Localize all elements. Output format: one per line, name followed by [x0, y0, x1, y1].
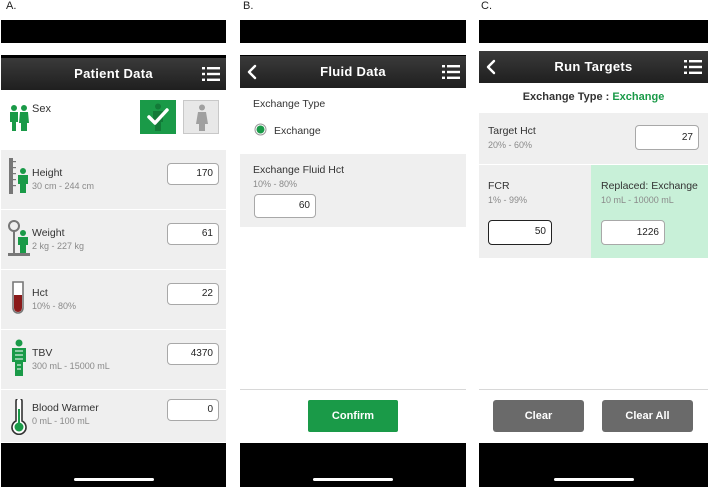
panel-label-b: B. [243, 0, 254, 12]
page-title: Fluid Data [320, 64, 386, 79]
thermometer-icon [11, 399, 27, 435]
tbv-label: TBV [32, 347, 53, 359]
sex-label: Sex [32, 103, 51, 115]
exchange-fluid-hct-input[interactable]: 60 [254, 194, 316, 218]
run-targets-form: Exchange Type : Exchange Target Hct 20% … [479, 83, 708, 389]
radio-selected-icon[interactable] [254, 123, 267, 136]
title-bar: Patient Data [1, 58, 226, 90]
replaced-exchange-label: Replaced: Exchange [601, 180, 698, 192]
target-hct-input[interactable]: 27 [635, 125, 699, 150]
height-row: Height 30 cm - 244 cm 170 [1, 150, 226, 210]
replaced-exchange-range: 10 mL - 10000 mL [601, 195, 674, 205]
height-range: 30 cm - 244 cm [32, 181, 95, 191]
confirm-button[interactable]: Confirm [308, 400, 398, 432]
menu-icon[interactable] [202, 66, 220, 82]
tbv-range: 300 mL - 15000 mL [32, 361, 110, 371]
weight-input[interactable]: 61 [167, 223, 219, 245]
patient-data-form: Sex Height 30 cm - 244 cm 170 Weight 2 k… [1, 90, 226, 443]
clear-button[interactable]: Clear [493, 400, 584, 432]
exchange-fluid-hct-range: 10% - 80% [253, 179, 298, 189]
target-hct-label: Target Hct [488, 125, 536, 137]
female-icon [196, 104, 208, 131]
hct-label: Hct [32, 287, 48, 299]
exchange-fluid-hct-label: Exchange Fluid Hct [253, 164, 345, 176]
person-pair-icon [10, 105, 29, 131]
home-indicator[interactable] [313, 478, 393, 481]
hct-input[interactable]: 22 [167, 283, 219, 305]
target-hct-row: Target Hct 20% - 60% 27 [479, 113, 708, 165]
tbv-input[interactable]: 4370 [167, 343, 219, 365]
exchange-type-row: Exchange Type Exchange [240, 88, 466, 154]
check-icon [147, 108, 169, 125]
fluid-data-form: Exchange Type Exchange Exchange Fluid Hc… [240, 88, 466, 389]
blood-warmer-input[interactable]: 0 [167, 399, 219, 421]
fcr-range: 1% - 99% [488, 195, 528, 205]
test-tube-icon [12, 281, 24, 314]
replaced-exchange-cell: Replaced: Exchange 10 mL - 10000 mL 1226 [591, 165, 708, 258]
panel-label-c: C. [481, 0, 492, 12]
title-bar: Run Targets [479, 51, 708, 83]
weight-row: Weight 2 kg - 227 kg 61 [1, 210, 226, 270]
height-input[interactable]: 170 [167, 163, 219, 185]
exchange-fluid-hct-row: Exchange Fluid Hct 10% - 80% 60 [240, 154, 466, 228]
bottom-action-area: Clear Clear All [479, 389, 708, 443]
menu-icon[interactable] [442, 64, 460, 80]
weight-range: 2 kg - 227 kg [32, 241, 85, 251]
status-bar [479, 20, 708, 43]
exchange-type-value: Exchange [612, 91, 665, 103]
phone-patient-data: Patient Data Sex Height 30 cm - 244 cm 1… [1, 20, 226, 487]
sex-row: Sex [1, 90, 226, 150]
clear-all-button[interactable]: Clear All [602, 400, 693, 432]
height-icon [9, 158, 28, 194]
weight-label: Weight [32, 227, 65, 239]
body-icon [12, 339, 26, 376]
blood-warmer-label: Blood Warmer [32, 402, 99, 414]
bottom-action-area: Confirm [240, 389, 466, 443]
male-toggle[interactable] [140, 100, 176, 134]
tbv-row: TBV 300 mL - 15000 mL 4370 [1, 330, 226, 390]
panel-label-a: A. [6, 0, 17, 12]
blood-warmer-row: Blood Warmer 0 mL - 100 mL 0 [1, 390, 226, 443]
page-title: Patient Data [74, 66, 153, 81]
female-toggle[interactable] [183, 100, 219, 134]
height-label: Height [32, 167, 63, 179]
phone-fluid-data: Fluid Data Exchange Type Exchange Exchan… [240, 20, 466, 487]
menu-icon[interactable] [684, 59, 702, 75]
page-title: Run Targets [554, 59, 633, 74]
exchange-type-header: Exchange Type : Exchange [479, 91, 708, 103]
fcr-label: FCR [488, 180, 510, 192]
hct-row: Hct 10% - 80% 22 [1, 270, 226, 330]
hct-range: 10% - 80% [32, 301, 77, 311]
target-hct-range: 20% - 60% [488, 140, 533, 150]
replaced-exchange-input[interactable]: 1226 [601, 220, 665, 245]
home-indicator[interactable] [553, 478, 634, 481]
phone-run-targets: Run Targets Exchange Type : Exchange Tar… [479, 20, 708, 487]
status-bar [240, 20, 466, 43]
exchange-type-label: Exchange Type [253, 98, 326, 110]
title-bar: Fluid Data [240, 56, 466, 88]
exchange-option-label[interactable]: Exchange [274, 125, 321, 137]
fcr-input[interactable]: 50 [488, 220, 552, 245]
scale-icon [8, 220, 30, 256]
exchange-type-prefix: Exchange Type : [522, 91, 613, 103]
fcr-cell: FCR 1% - 99% 50 [479, 165, 591, 258]
home-indicator[interactable] [73, 478, 154, 481]
status-bar [1, 20, 226, 43]
blood-warmer-range: 0 mL - 100 mL [32, 416, 90, 426]
